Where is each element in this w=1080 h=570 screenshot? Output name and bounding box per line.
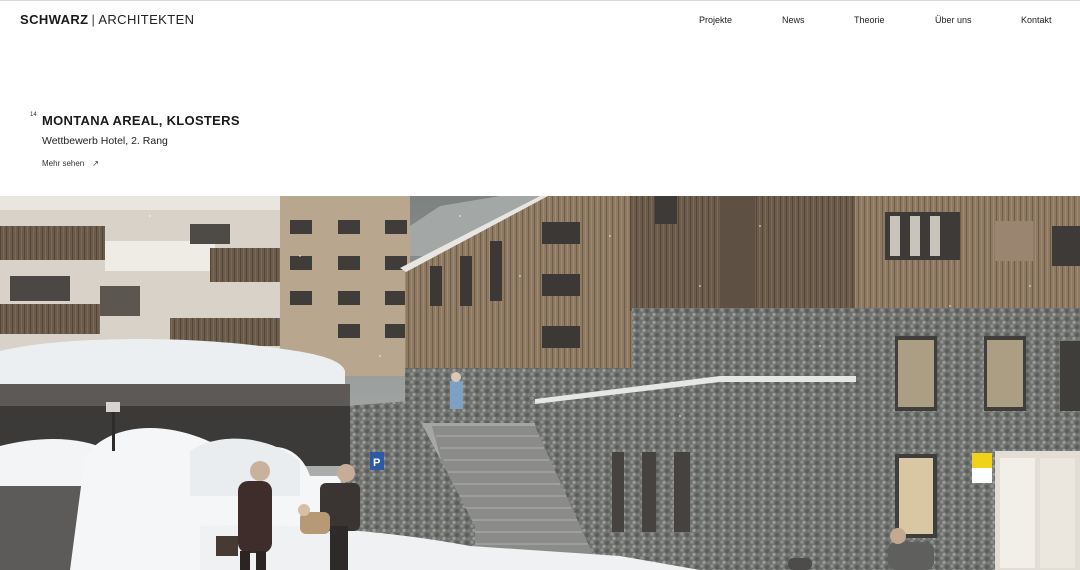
hero-illustration: P xyxy=(0,196,1080,570)
nav-item-kontakt[interactable]: Kontakt xyxy=(1021,15,1052,25)
project-number: 14 xyxy=(30,112,37,118)
nav-item-projekte[interactable]: Projekte xyxy=(699,15,732,25)
nav-item-theorie[interactable]: Theorie xyxy=(854,15,885,25)
nav-item-ueber-uns[interactable]: Über uns xyxy=(935,15,972,25)
project-title: MONTANA AREAL, KLOSTERS xyxy=(42,113,240,128)
nav-item-news[interactable]: News xyxy=(782,15,805,25)
top-border xyxy=(0,0,1080,1)
more-link[interactable]: Mehr sehen ↗ xyxy=(42,159,99,168)
project-subtitle: Wettbewerb Hotel, 2. Rang xyxy=(42,135,168,147)
hero-image[interactable]: P xyxy=(0,196,1080,570)
main-navigation: Projekte News Theorie Über uns Kontakt xyxy=(0,15,1080,29)
parking-sign: P xyxy=(373,457,380,469)
arrow-up-right-icon: ↗ xyxy=(92,159,99,168)
more-link-label: Mehr sehen xyxy=(42,159,85,168)
